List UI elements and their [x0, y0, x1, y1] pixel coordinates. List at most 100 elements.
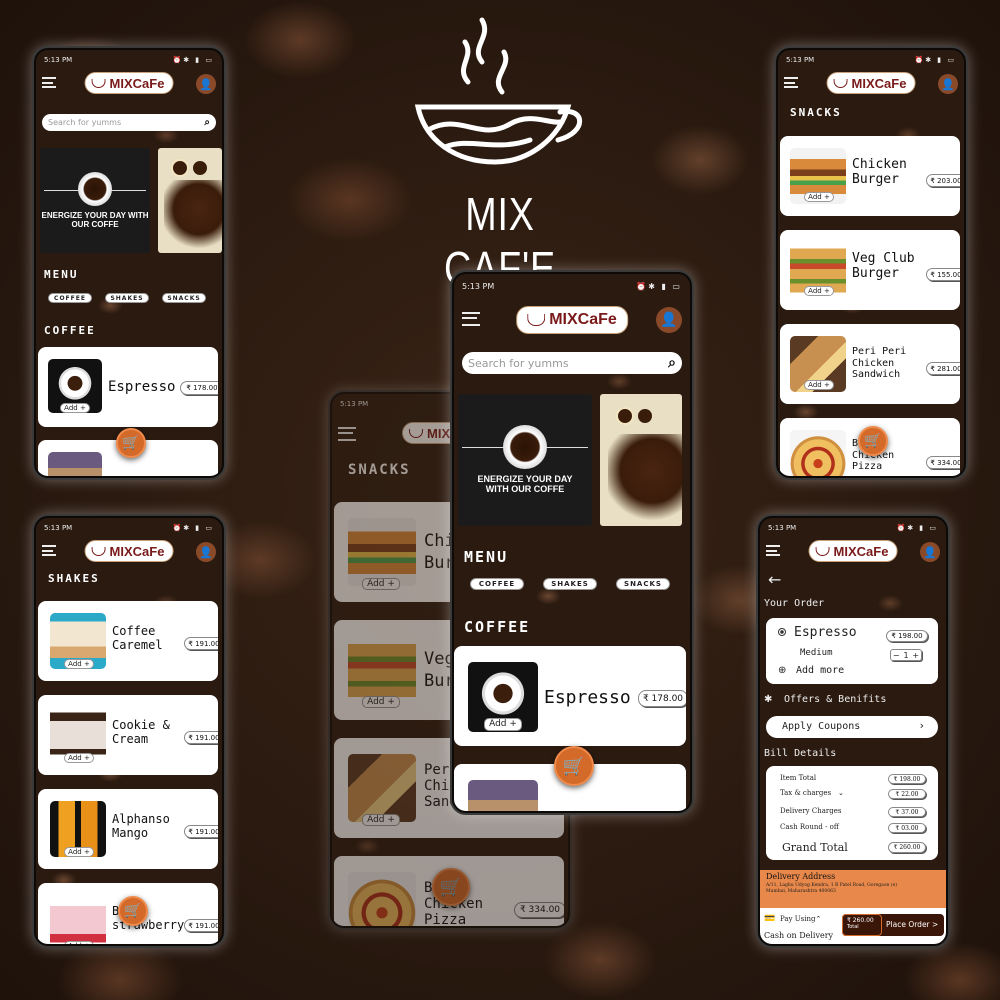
tab-coffee[interactable]: COFFEE — [48, 293, 92, 303]
promo-banner[interactable]: ENERGIZE YOUR DAY WITH OUR COFFE — [458, 394, 690, 526]
cart-button[interactable]: 🛒 — [432, 868, 470, 906]
add-button[interactable]: Add + — [362, 696, 400, 708]
qty-minus-button[interactable]: − — [893, 651, 900, 660]
promo-banner[interactable]: ENERGIZE YOUR DAY WITH OUR COFFE — [40, 148, 222, 253]
add-button[interactable]: Add + — [804, 286, 834, 296]
tab-coffee[interactable]: COFFEE — [470, 578, 524, 590]
order-total-badge: ₹ 260.00 Total — [842, 914, 882, 936]
section-title-coffee: COFFEE — [44, 324, 96, 337]
tab-snacks[interactable]: SNACKS — [162, 293, 206, 303]
hamburger-menu-icon[interactable] — [42, 77, 56, 88]
cart-icon: 🛒 — [562, 755, 586, 777]
profile-icon[interactable]: 👤 — [920, 542, 940, 562]
apply-coupons-button[interactable]: Apply Coupons › — [766, 716, 938, 738]
item-name: Chicken Burger — [852, 157, 907, 187]
cup-icon — [91, 546, 106, 556]
menu-item-card[interactable]: Add + Coffee Caremel ₹ 191.00 — [38, 601, 218, 681]
add-more-icon[interactable]: ⊕ — [778, 665, 786, 676]
menu-item-card[interactable]: Add + Peri Peri Chicken Sandwich ₹ 281.0… — [780, 324, 960, 404]
apply-coupons-label: Apply Coupons — [782, 721, 861, 732]
add-button[interactable]: Add + — [64, 659, 94, 669]
delivery-address-panel[interactable]: Delivery Address A/11, Laghu Udyog Kendr… — [760, 870, 946, 908]
add-button[interactable]: Add + — [64, 847, 94, 857]
add-button[interactable]: Add + — [804, 380, 834, 390]
tab-snacks[interactable]: SNACKS — [616, 578, 670, 590]
cart-button[interactable]: 🛒 — [116, 428, 146, 458]
quantity-stepper[interactable]: −1 + — [890, 649, 922, 661]
status-bar: 5:13 PM ⏰✱ ▮ ▭ — [462, 280, 682, 292]
status-icons: ⏰✱ ▮ ▭ — [636, 281, 682, 291]
phone-order: 5:13 PM ⏰✱ ▮ ▭ MIXCaFe 👤 ← Your Order Esp… — [756, 514, 950, 948]
menu-item-card[interactable]: Add + Alphanso Mango ₹ 191.00 — [38, 789, 218, 869]
add-button[interactable]: Add + — [64, 753, 94, 763]
search-input[interactable]: Search for yumms ⌕ — [42, 114, 216, 131]
item-name: Chi — [424, 778, 450, 794]
section-title-snacks: SNACKS — [348, 462, 411, 478]
item-name: Espresso — [544, 687, 631, 708]
delivery-address-text: A/11, Laghu Udyog Kendra, 1 B Patel Road… — [766, 883, 898, 894]
back-arrow-icon[interactable]: ← — [768, 572, 781, 588]
menu-item-card[interactable]: Add + Espresso ₹ 178.00 — [454, 646, 686, 746]
cart-button[interactable]: 🛒 — [554, 746, 594, 786]
cart-button[interactable]: 🛒 — [858, 426, 888, 456]
app-header: MIXCaFe 👤 — [36, 536, 222, 566]
pay-using-selector[interactable]: Pay Using⌃ — [780, 915, 821, 923]
chevron-right-icon: › — [919, 719, 924, 732]
search-icon[interactable]: ⌕ — [204, 117, 210, 128]
payment-icon: 💳 — [764, 914, 776, 924]
add-more-link[interactable]: Add more — [796, 665, 844, 676]
status-icons: ⏰✱ ▮ ▭ — [914, 56, 956, 64]
chevron-down-icon[interactable]: ⌄ — [838, 789, 844, 797]
banner-coffee-panel: ENERGIZE YOUR DAY WITH OUR COFFE — [458, 394, 592, 526]
add-button[interactable]: Add + — [484, 718, 522, 731]
add-button[interactable]: Add + — [60, 403, 90, 413]
cart-icon: 🛒 — [124, 903, 142, 919]
hamburger-menu-icon[interactable] — [462, 312, 480, 326]
status-time: 5:13 PM — [768, 524, 797, 532]
place-order-button[interactable]: ₹ 260.00 Total Place Order > — [842, 914, 944, 936]
bill-value: ₹ 22.00 — [888, 789, 926, 799]
app-logo: MIXCaFe — [84, 540, 174, 562]
search-icon[interactable]: ⌕ — [668, 355, 676, 371]
menu-item-card[interactable]: Add + Veg Club Burger ₹ 155.00 — [780, 230, 960, 310]
profile-icon[interactable]: 👤 — [196, 542, 216, 562]
app-name: MIXCaFe — [109, 543, 165, 559]
item-image — [348, 754, 416, 822]
app-name: MIXCaFe — [109, 75, 165, 91]
status-bar: 5:13 PM ⏰✱ ▮ ▭ — [786, 54, 956, 66]
bill-details-card: Item Total ₹ 198.00 Tax & charges ⌄ ₹ 22.00… — [766, 766, 938, 860]
add-button[interactable]: Add + — [804, 192, 834, 202]
profile-icon[interactable]: 👤 — [656, 307, 682, 333]
search-input[interactable]: Search for yumms ⌕ — [462, 352, 682, 374]
radio-selected-icon[interactable] — [778, 628, 786, 636]
profile-icon[interactable]: 👤 — [938, 74, 958, 94]
qty-plus-button[interactable]: + — [912, 651, 919, 660]
app-logo: MIXCaFe — [808, 540, 898, 562]
item-image — [348, 636, 416, 704]
order-total-amount: ₹ 260.00 — [847, 917, 874, 924]
section-title-coffee: COFFEE — [464, 618, 531, 636]
tab-shakes[interactable]: SHAKES — [105, 293, 149, 303]
menu-item-card[interactable]: Add + Cookie & Cream ₹ 191.00 — [38, 695, 218, 775]
bill-value: ₹ 198.00 — [888, 774, 926, 784]
qty-value: 1 — [903, 650, 909, 660]
hamburger-menu-icon[interactable] — [784, 77, 798, 88]
item-name: Espresso — [108, 379, 176, 395]
section-title-shakes: SHAKES — [48, 572, 100, 585]
cart-button[interactable]: 🛒 — [118, 896, 148, 926]
hamburger-menu-icon[interactable] — [42, 545, 56, 556]
hamburger-menu-icon[interactable] — [338, 427, 356, 441]
menu-item-card[interactable]: Add + Espresso ₹ 178.00 — [38, 347, 218, 427]
status-bar: 5:13 PM ⏰✱ ▮ ▭ — [44, 54, 214, 66]
add-button[interactable]: Add + — [64, 941, 94, 944]
hamburger-menu-icon[interactable] — [766, 545, 780, 556]
menu-item-card[interactable]: Add + Chicken Burger ₹ 203.00 — [780, 136, 960, 216]
add-button[interactable]: Add + — [362, 578, 400, 590]
item-price: ₹ 178.00 — [638, 690, 686, 707]
phone-shakes: 5:13 PM ⏰✱ ▮ ▭ MIXCaFe 👤 SHAKES Add + Cof… — [32, 514, 226, 948]
tab-shakes[interactable]: SHAKES — [543, 578, 597, 590]
coffee-cup-image — [78, 171, 112, 206]
add-button[interactable]: Add + — [362, 814, 400, 826]
profile-icon[interactable]: 👤 — [196, 74, 216, 94]
status-icons: ⏰✱ ▮ ▭ — [172, 524, 214, 532]
